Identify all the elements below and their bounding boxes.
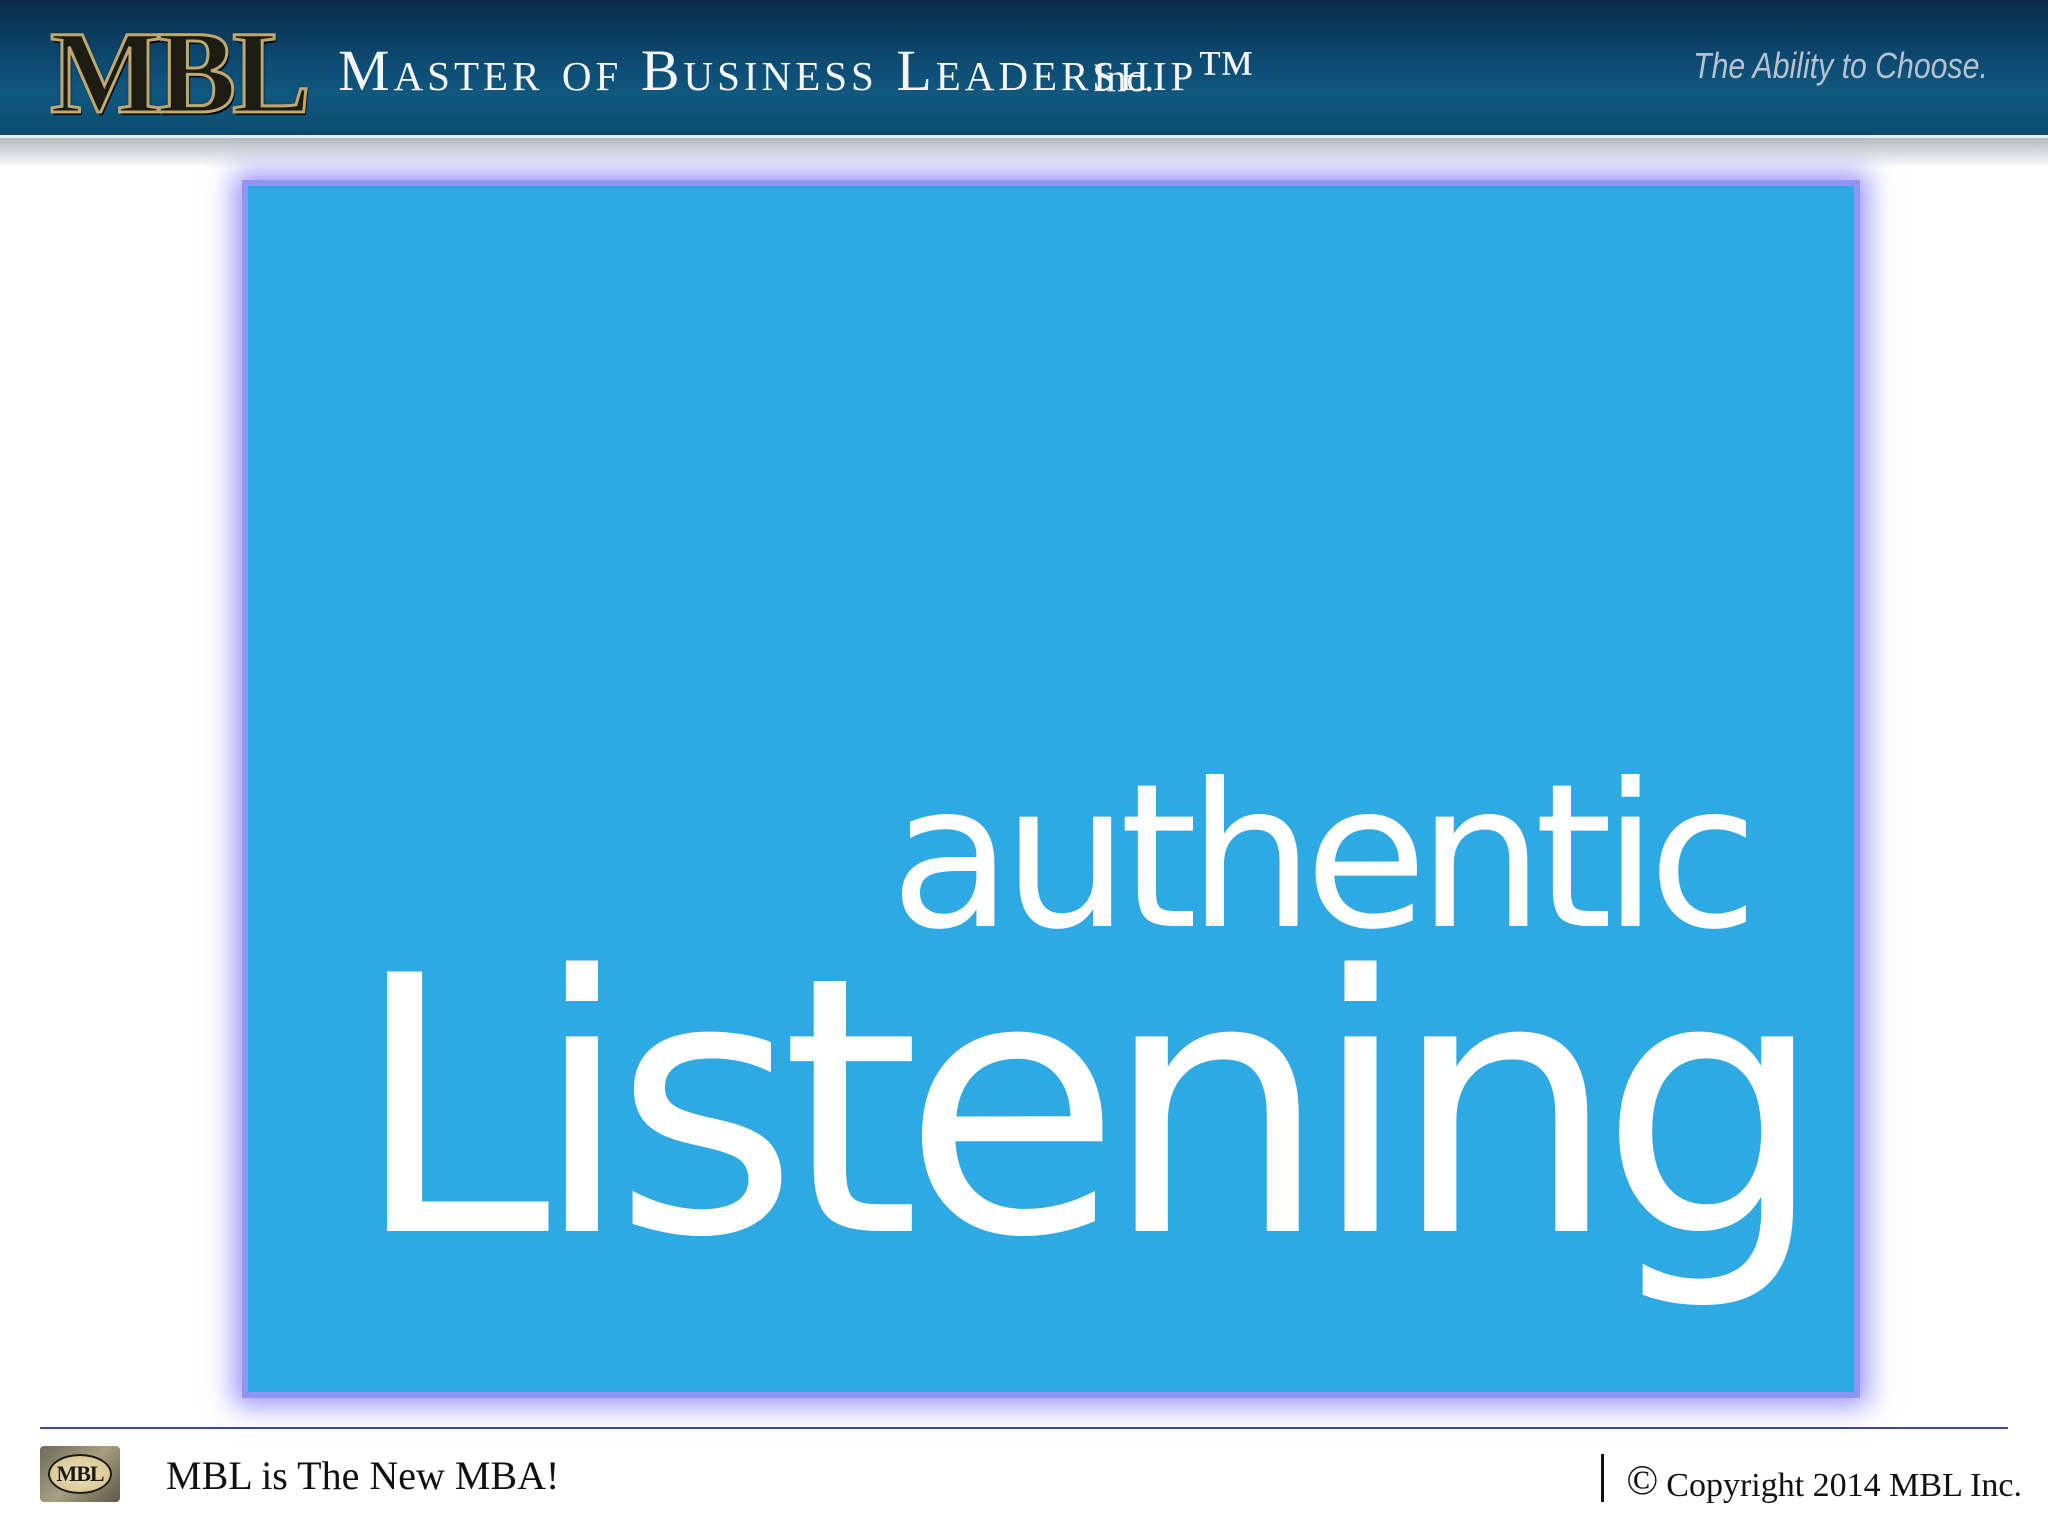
mbl-logo: MBL — [49, 7, 313, 138]
company-suffix: Inc. — [1093, 55, 1155, 100]
header-banner: MBL Master of Business Leadership™ Inc. … — [0, 0, 2048, 138]
footer-logo: MBL — [40, 1446, 120, 1502]
footer-vertical-divider — [1601, 1454, 1604, 1502]
footer-logo-badge: MBL — [48, 1454, 112, 1494]
image-word-listening: Listening — [352, 901, 1825, 1315]
slide: MBL Master of Business Leadership™ Inc. … — [0, 0, 2048, 1536]
footer-copyright: © Copyright 2014 MBL Inc. — [1626, 1460, 2022, 1503]
footer-divider-line — [40, 1427, 2008, 1429]
tagline: The Ability to Choose. — [1693, 45, 1988, 86]
header-shadow — [0, 138, 2048, 168]
copyright-text: Copyright 2014 MBL Inc. — [1666, 1467, 2022, 1504]
copyright-icon: © — [1626, 1458, 1659, 1504]
footer-motto: MBL is The New MBA! — [166, 1453, 560, 1498]
